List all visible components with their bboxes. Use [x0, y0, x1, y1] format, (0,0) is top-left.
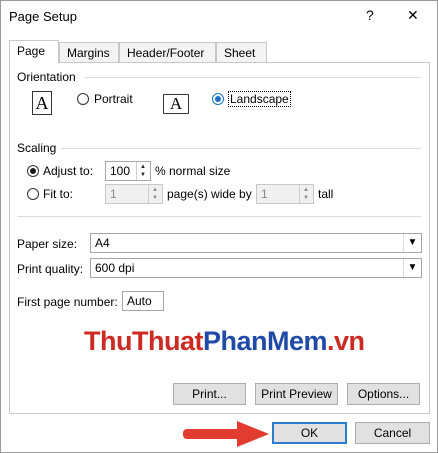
watermark-part1: ThuThuat — [84, 326, 203, 356]
fit-to-label[interactable]: Fit to: — [43, 187, 73, 201]
tab-margins[interactable]: Margins — [59, 42, 119, 62]
portrait-page-icon: A — [32, 91, 52, 115]
help-icon[interactable]: ? — [366, 7, 374, 23]
first-page-number-label: First page number: — [17, 295, 118, 309]
print-button[interactable]: Print... — [173, 383, 246, 405]
ok-button[interactable]: OK — [272, 422, 347, 444]
watermark-logo: ThuThuatPhanMem.vn — [84, 326, 365, 357]
scaling-bottom-divider — [17, 216, 421, 217]
adjust-to-label[interactable]: Adjust to: — [43, 164, 93, 178]
spin-down-icon[interactable]: ▼ — [152, 195, 158, 201]
spin-up-icon[interactable]: ▲ — [152, 187, 158, 193]
print-quality-select[interactable]: 600 dpi ▼ — [90, 258, 422, 278]
window-title: Page Setup — [9, 9, 77, 24]
fit-wide-spin-buttons[interactable]: ▲ ▼ — [148, 185, 162, 203]
portrait-label[interactable]: Portrait — [94, 92, 133, 106]
title-bar: Page Setup ? ✕ — [1, 1, 437, 33]
spin-up-icon[interactable]: ▲ — [140, 164, 146, 170]
fit-tall-unit: tall — [318, 187, 334, 201]
orientation-group-label: Orientation — [17, 70, 76, 84]
spin-down-icon[interactable]: ▼ — [303, 195, 309, 201]
adjust-to-value: 100 — [110, 164, 131, 178]
tab-page[interactable]: Page — [9, 40, 59, 63]
landscape-radio[interactable] — [212, 93, 224, 105]
chevron-down-icon[interactable]: ▼ — [403, 234, 421, 252]
adjust-to-unit: % normal size — [155, 164, 231, 178]
paper-size-select[interactable]: A4 ▼ — [90, 233, 422, 253]
fit-tall-spinner[interactable]: 1 ▲ ▼ — [256, 184, 314, 204]
scaling-divider — [61, 148, 421, 149]
page-setup-dialog: Page Setup ? ✕ Page Margins Header/Foote… — [0, 0, 438, 453]
scaling-group-label: Scaling — [17, 141, 57, 155]
first-page-number-value: Auto — [127, 294, 152, 308]
watermark-part2: PhanMem — [202, 326, 328, 356]
landscape-label[interactable]: Landscape — [228, 91, 291, 107]
pointer-arrow-icon — [183, 421, 269, 447]
fit-to-radio[interactable] — [27, 188, 39, 200]
print-quality-value: 600 dpi — [95, 261, 135, 275]
fit-tall-spin-buttons[interactable]: ▲ ▼ — [299, 185, 313, 203]
paper-size-label: Paper size: — [17, 237, 78, 251]
options-button[interactable]: Options... — [347, 383, 420, 405]
print-quality-label: Print quality: — [17, 262, 84, 276]
landscape-page-icon: A — [163, 94, 189, 114]
portrait-radio[interactable] — [77, 93, 89, 105]
spin-up-icon[interactable]: ▲ — [303, 187, 309, 193]
first-page-number-input[interactable]: Auto — [122, 291, 164, 311]
fit-tall-value: 1 — [261, 187, 268, 201]
orientation-divider — [85, 77, 421, 78]
tab-sheet[interactable]: Sheet — [216, 42, 267, 62]
adjust-spin-buttons[interactable]: ▲ ▼ — [136, 162, 150, 180]
tab-header-footer[interactable]: Header/Footer — [119, 42, 216, 62]
fit-wide-value: 1 — [110, 187, 117, 201]
fit-wide-spinner[interactable]: 1 ▲ ▼ — [105, 184, 163, 204]
adjust-to-spinner[interactable]: 100 ▲ ▼ — [105, 161, 151, 181]
print-preview-button[interactable]: Print Preview — [255, 383, 338, 405]
adjust-to-radio[interactable] — [27, 165, 39, 177]
paper-size-value: A4 — [95, 236, 110, 250]
spin-down-icon[interactable]: ▼ — [140, 172, 146, 178]
cancel-button[interactable]: Cancel — [355, 422, 430, 444]
watermark-part3: .vn — [327, 326, 365, 356]
chevron-down-icon[interactable]: ▼ — [403, 259, 421, 277]
fit-wide-unit: page(s) wide by — [167, 187, 252, 201]
close-icon[interactable]: ✕ — [407, 7, 419, 24]
